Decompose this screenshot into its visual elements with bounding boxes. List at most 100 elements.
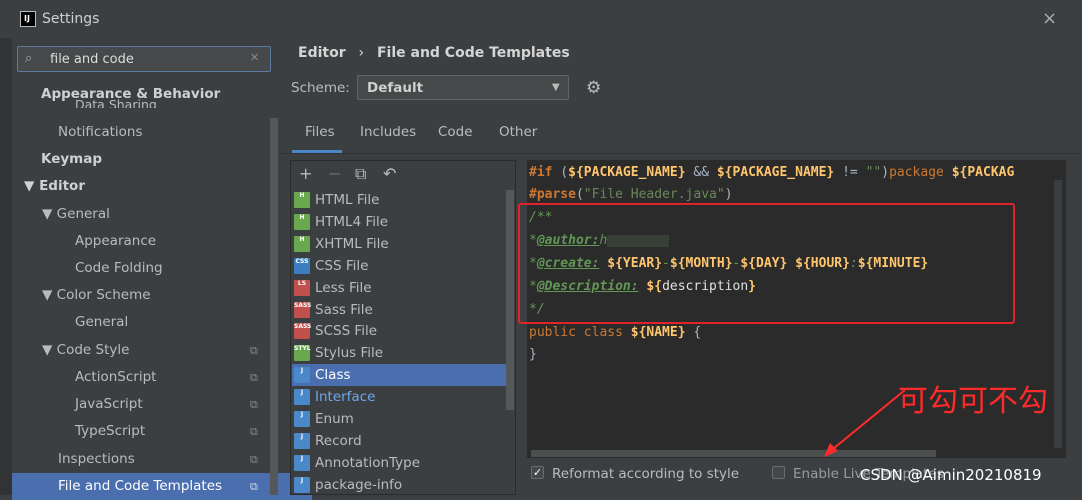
list-item[interactable]: J Record xyxy=(292,430,514,452)
copy-icon: ⧉ xyxy=(250,344,258,357)
file-type-icon: H xyxy=(294,192,310,208)
chevron-down-icon: ▼ xyxy=(552,82,560,93)
tab-files[interactable]: Files xyxy=(305,124,335,140)
code-token: ) xyxy=(724,187,733,202)
code-token: ${PACKAGE_NAME} xyxy=(568,165,686,180)
copy-icon[interactable]: ⧉ xyxy=(355,164,366,184)
annotation-text: 可勾可不勾 xyxy=(898,384,1048,419)
sidebar-item-label: Keymap xyxy=(41,151,103,167)
list-item[interactable]: Jpackage-info xyxy=(292,474,514,496)
copy-icon: ⧉ xyxy=(250,453,258,466)
code-line-9: } xyxy=(529,347,537,362)
window-title: Settings xyxy=(42,11,100,27)
code-token: "File Header.java" xyxy=(583,187,725,202)
code-token: ( xyxy=(552,165,569,180)
sidebar-item-color-scheme[interactable]: ▼ Color Scheme xyxy=(12,282,308,309)
list-item[interactable]: STYL Stylus File xyxy=(292,342,514,364)
code-token: ) xyxy=(881,165,890,180)
sidebar-item-data-sharing[interactable]: Data Sharing xyxy=(75,93,157,108)
add-icon[interactable]: + xyxy=(299,164,312,183)
sidebar-item-editor[interactable]: ▼ Editor xyxy=(12,173,290,200)
sidebar-item-file-code-templates[interactable]: File and Code Templates ⧉ xyxy=(12,473,312,500)
tab-includes[interactable]: Includes xyxy=(360,124,416,140)
file-type-icon: LS xyxy=(294,279,310,296)
title-bar xyxy=(0,0,1082,38)
code-token: ( xyxy=(575,187,584,202)
reset-icon[interactable]: ↶ xyxy=(383,164,396,183)
list-item-label: AnnotationType xyxy=(315,454,421,471)
sidebar-item-label: ▼ Editor xyxy=(24,178,85,194)
file-type-icon: CSS xyxy=(294,257,310,274)
sidebar-item-general[interactable]: ▼ General xyxy=(12,201,308,228)
list-item[interactable]: H HTML4 File xyxy=(292,211,514,233)
copy-icon: ⧉ xyxy=(250,480,258,493)
list-item[interactable]: SASS SCSS File xyxy=(292,320,514,342)
list-item-label: HTML4 File xyxy=(315,213,389,230)
list-item[interactable]: H XHTML File xyxy=(292,233,514,255)
list-item[interactable]: J Class xyxy=(292,364,514,387)
sidebar-item-label: File and Code Templates xyxy=(58,478,223,494)
code-token: ${PACKAGE_NAME} xyxy=(716,165,835,180)
code-token: "" xyxy=(865,165,882,180)
file-type-icon: J xyxy=(294,389,310,406)
code-token: ${PACKAG xyxy=(951,165,1015,180)
list-item[interactable]: J Enum xyxy=(292,408,514,430)
code-token: && xyxy=(685,165,717,180)
close-icon[interactable]: × xyxy=(1042,8,1057,29)
gear-icon[interactable]: ⚙ xyxy=(586,78,601,98)
breadcrumb-editor: Editor xyxy=(298,45,346,61)
list-item-label: SCSS File xyxy=(315,323,378,340)
list-item-label: package-info xyxy=(315,476,403,493)
file-type-icon: J xyxy=(294,432,310,449)
file-type-icon: H xyxy=(294,235,310,252)
list-item[interactable]: H HTML File xyxy=(292,189,514,211)
list-item[interactable]: LS Less File xyxy=(292,277,514,299)
tab-code[interactable]: Code xyxy=(438,124,473,140)
scheme-label: Scheme: xyxy=(291,80,350,96)
sidebar-item-appearance-behavior[interactable]: Appearance & Behavior Data Sharing xyxy=(12,82,307,108)
list-scrollbar[interactable] xyxy=(506,190,514,410)
tab-other[interactable]: Other xyxy=(499,124,537,140)
list-item-label: Enum xyxy=(315,411,354,427)
sidebar-item-label: ▼ Code Style xyxy=(42,342,130,358)
breadcrumb: Editor › File and Code Templates xyxy=(298,45,570,61)
list-item[interactable]: CSS CSS File xyxy=(292,255,514,277)
list-item-label: Sass File xyxy=(315,301,373,318)
sidebar-item-label: ▼ Color Scheme xyxy=(42,287,151,303)
code-line-1: #if (${PACKAGE_NAME} && ${PACKAGE_NAME} … xyxy=(529,162,1014,184)
search-icon: ⌕ xyxy=(25,51,33,66)
sidebar-item-label: Appearance xyxy=(75,233,157,249)
code-token: package xyxy=(889,165,952,180)
watermark: CSDN @Aimin20210819 xyxy=(860,466,1042,484)
list-item[interactable]: J AnnotationType xyxy=(292,452,514,474)
sidebar-item-code-style[interactable]: ▼ Code Style ⧉ xyxy=(12,337,308,364)
reformat-checkbox[interactable]: ✓ xyxy=(531,466,544,479)
list-item-label: Less File xyxy=(315,279,372,296)
tab-divider xyxy=(280,153,1082,154)
sidebar-scrollbar[interactable] xyxy=(270,118,278,495)
search-input[interactable] xyxy=(50,48,245,70)
remove-icon[interactable]: − xyxy=(328,164,341,183)
sidebar-item-label: ▼ General xyxy=(42,206,110,222)
editor-vertical-scrollbar[interactable] xyxy=(1054,180,1062,448)
list-item-label: Class xyxy=(315,367,351,384)
live-templates-checkbox[interactable] xyxy=(772,466,785,479)
code-token: != xyxy=(834,165,866,180)
sidebar-item-label: JavaScript xyxy=(75,396,143,412)
sidebar-item-label: Notifications xyxy=(58,124,143,140)
list-item-label: Record xyxy=(315,432,362,449)
file-type-icon: J xyxy=(294,411,310,427)
sidebar-item-label: Inspections xyxy=(58,451,135,467)
list-item-label: Stylus File xyxy=(315,345,384,362)
file-type-icon: STYL xyxy=(294,345,311,362)
list-item[interactable]: J Interface xyxy=(292,386,514,408)
list-item-label: HTML File xyxy=(315,192,380,208)
sidebar-item-keymap[interactable]: Keymap xyxy=(12,146,307,173)
file-type-icon: SASS xyxy=(294,323,311,340)
list-item[interactable]: SASS Sass File xyxy=(292,299,514,321)
code-token: public class xyxy=(529,325,631,340)
list-item-label: Interface xyxy=(315,389,376,406)
sidebar-item-label: General xyxy=(75,314,129,330)
clear-search-icon[interactable]: ✕ xyxy=(250,51,259,64)
background-ide-sliver xyxy=(0,38,12,495)
